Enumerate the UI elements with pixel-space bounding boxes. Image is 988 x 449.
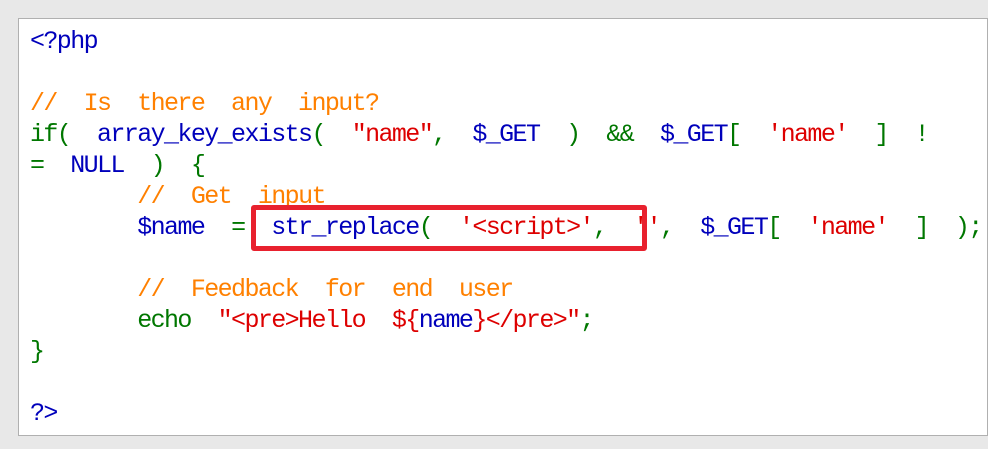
code-line: } [30,336,988,367]
code-line: ?> [30,398,988,429]
code-token: "<pre>Hello ${ [217,306,421,335]
code-token: ] ! [874,120,929,149]
code-token: <?php [30,27,99,56]
code-token: ) { [150,151,206,180]
code-token: // Is there any input? [30,89,380,118]
code-token: // Feedback for end user [137,275,514,304]
code-token: ] ); [914,213,984,242]
code-token: if( [30,120,98,149]
code-token: ?> [30,399,58,428]
code-token: , [660,213,701,242]
code-token: = [30,151,71,180]
code-token: $_GET [659,120,729,149]
code-token: [ [767,213,808,242]
code-line: echo "<pre>Hello ${name}</pre>"; [30,305,988,336]
code-line: = NULL ) { [30,150,988,181]
code-token: $name [137,213,232,242]
code-token: , [432,120,473,149]
code-token: 'name' [767,120,875,149]
code-token: 'name' [807,213,915,242]
code-token: name [418,306,474,335]
code-token: $_GET [700,213,769,242]
code-token: [ [727,120,768,149]
code-line: // Is there any input? [30,88,988,119]
code-token: ) && [566,120,660,149]
code-line: // Feedback for end user [30,274,988,305]
code-token: ( [311,120,352,149]
code-token: } [30,337,45,366]
code-token: ; [579,306,595,335]
code-token: "name" [351,120,434,149]
code-token: echo [30,306,218,335]
code-line: <?php [30,26,988,57]
code-token: array_key_exists [97,120,313,149]
code-line: if( array_key_exists( "name", $_GET ) &&… [30,119,988,150]
code-token: NULL [70,151,151,180]
highlight-box [251,205,647,251]
code-token: $_GET [472,120,567,149]
code-token: }</pre>" [472,306,581,335]
